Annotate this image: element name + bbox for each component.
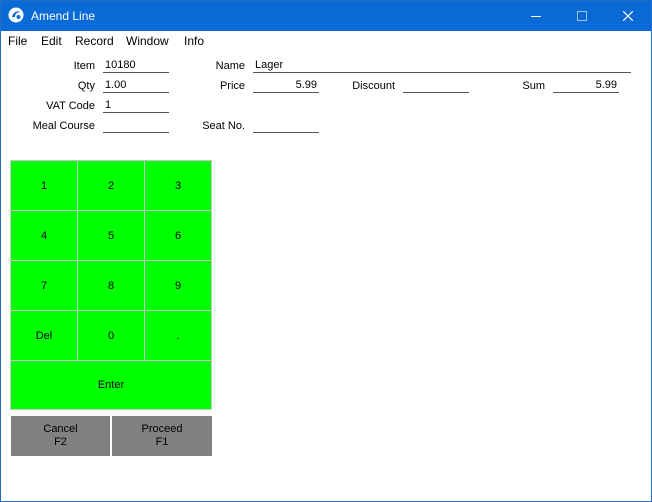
app-logo-icon <box>8 7 24 23</box>
price-value: 5.99 <box>295 79 317 91</box>
qty-field[interactable]: 1.00 <box>103 79 169 93</box>
meal-course-label: Meal Course <box>32 120 95 132</box>
seat-no-label: Seat No. <box>202 120 245 132</box>
vat-code-label: VAT Code <box>46 100 95 112</box>
title-bar[interactable]: Amend Line <box>1 1 651 31</box>
minimize-button[interactable] <box>513 1 559 31</box>
menu-info[interactable]: Info <box>184 34 204 48</box>
seat-no-field[interactable] <box>253 119 319 133</box>
key-2[interactable]: 2 <box>77 160 145 211</box>
menu-bar: File Edit Record Window Info <box>1 31 651 51</box>
sum-field[interactable]: 5.99 <box>553 79 619 93</box>
price-label: Price <box>219 80 245 92</box>
proceed-label: Proceed <box>141 423 183 435</box>
menu-record[interactable]: Record <box>75 34 114 48</box>
key-5[interactable]: 5 <box>77 210 145 261</box>
vat-code-value: 1 <box>105 99 112 111</box>
key-decimal[interactable]: . <box>144 310 212 361</box>
key-0[interactable]: 0 <box>77 310 145 361</box>
key-4[interactable]: 4 <box>10 210 78 261</box>
close-button[interactable] <box>605 1 651 31</box>
key-9[interactable]: 9 <box>144 260 212 311</box>
key-del[interactable]: Del <box>10 310 78 361</box>
item-value: 10180 <box>105 59 136 71</box>
key-6[interactable]: 6 <box>144 210 212 261</box>
meal-course-field[interactable] <box>103 119 169 133</box>
cancel-button[interactable]: Cancel F2 <box>11 416 110 456</box>
sum-label: Sum <box>522 80 545 92</box>
menu-window[interactable]: Window <box>126 34 169 48</box>
key-7[interactable]: 7 <box>10 260 78 311</box>
menu-file[interactable]: File <box>8 34 27 48</box>
item-field[interactable]: 10180 <box>103 59 169 73</box>
enter-key[interactable]: Enter <box>10 360 212 410</box>
qty-label: Qty <box>77 80 95 92</box>
discount-label: Discount <box>352 80 395 92</box>
sum-value: 5.99 <box>595 79 617 91</box>
name-field[interactable]: Lager <box>253 59 631 73</box>
proceed-shortcut: F1 <box>155 436 169 448</box>
proceed-button[interactable]: Proceed F1 <box>112 416 212 456</box>
cancel-shortcut: F2 <box>54 436 67 448</box>
name-label: Name <box>215 60 245 72</box>
minimize-icon <box>531 16 541 17</box>
maximize-button[interactable] <box>559 1 605 31</box>
cancel-label: Cancel <box>43 423 78 435</box>
window-title: Amend Line <box>31 9 96 23</box>
key-1[interactable]: 1 <box>10 160 78 211</box>
price-field[interactable]: 5.99 <box>253 79 319 93</box>
key-3[interactable]: 3 <box>144 160 212 211</box>
menu-edit[interactable]: Edit <box>41 34 62 48</box>
item-label: Item <box>73 60 95 72</box>
key-8[interactable]: 8 <box>77 260 145 311</box>
close-icon <box>623 11 633 21</box>
amend-line-window: Amend Line File Edit Record Window Info … <box>0 0 652 502</box>
discount-field[interactable] <box>403 79 469 93</box>
maximize-icon <box>577 11 587 21</box>
vat-code-field[interactable]: 1 <box>103 99 169 113</box>
name-value: Lager <box>255 59 284 71</box>
qty-value: 1.00 <box>105 79 127 91</box>
